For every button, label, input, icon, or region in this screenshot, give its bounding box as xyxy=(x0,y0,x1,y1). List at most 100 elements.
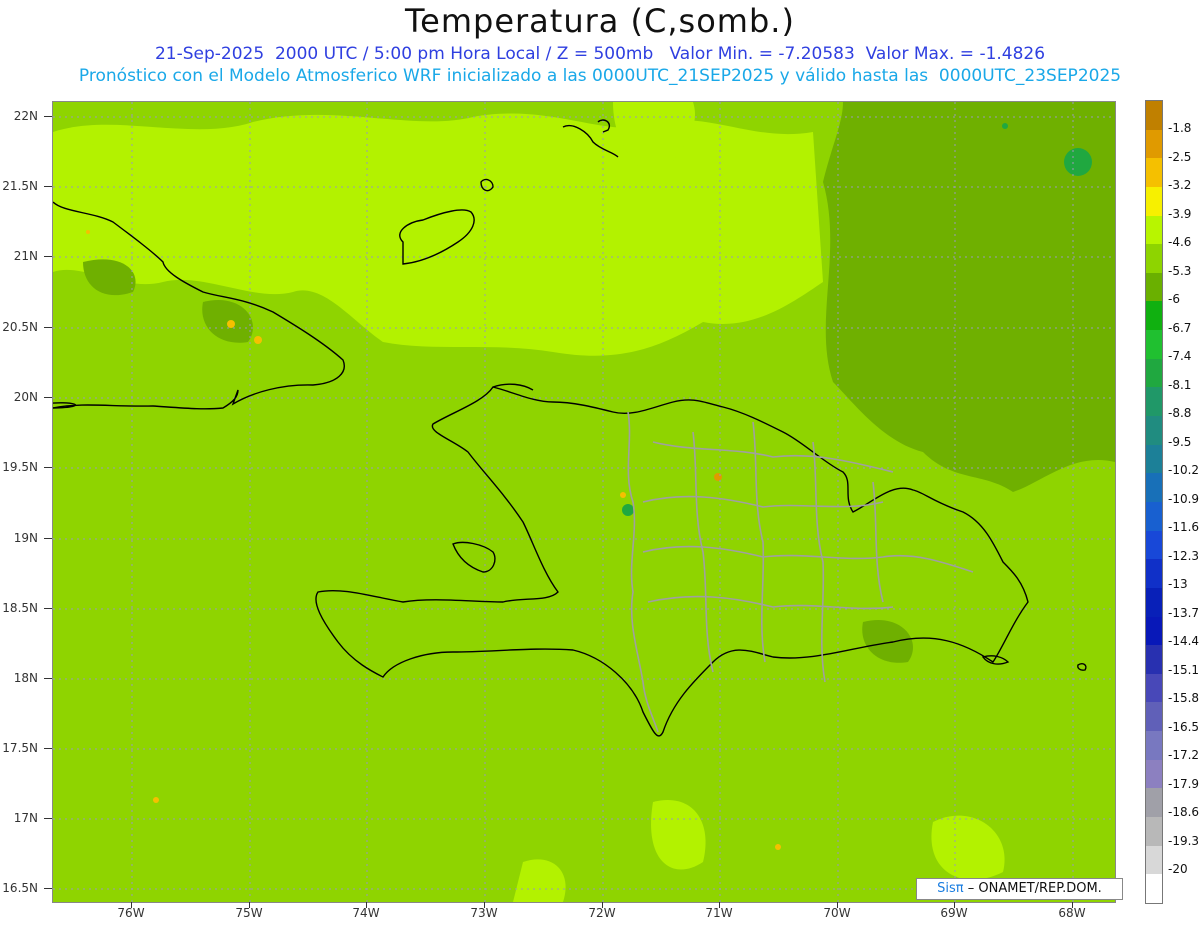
lon-tick xyxy=(249,902,250,908)
colorbar-label: -4.6 xyxy=(1168,235,1192,249)
lat-label: 19N xyxy=(13,531,38,545)
hotspot xyxy=(86,230,90,234)
onamet-credit: – ONAMET/REP.DOM. xyxy=(967,881,1102,896)
lat-tick xyxy=(44,678,52,679)
colorbar-label: -16.5 xyxy=(1168,720,1200,734)
colorbar-cell xyxy=(1146,559,1162,588)
colorbar-cell xyxy=(1146,788,1162,818)
colorbar-cell xyxy=(1146,244,1162,273)
hotspot xyxy=(775,844,781,850)
colorbar-cell xyxy=(1146,501,1162,531)
colorbar-cell xyxy=(1146,587,1162,617)
lon-label: 68W xyxy=(1058,906,1086,920)
hotspot xyxy=(153,797,159,803)
colorbar-cell xyxy=(1146,387,1162,417)
lon-label: 69W xyxy=(940,906,968,920)
colorbar-label: -18.6 xyxy=(1168,805,1200,819)
colorbar-cell xyxy=(1146,416,1162,445)
lon-label: 71W xyxy=(705,906,733,920)
colorbar-label: -2.5 xyxy=(1168,150,1192,164)
colorbar-cell xyxy=(1146,530,1162,560)
lat-label: 20.5N xyxy=(2,320,38,334)
colorbar-label: -6.7 xyxy=(1168,321,1192,335)
colorbar-cell xyxy=(1146,673,1162,703)
cool-spot xyxy=(622,504,634,516)
colorbar-cell xyxy=(1146,186,1162,216)
colorbar-label: -17.9 xyxy=(1168,777,1200,791)
colorbar-label: -10.2 xyxy=(1168,463,1200,477)
hotspot xyxy=(620,492,626,498)
lat-tick xyxy=(44,888,52,889)
lat-tick xyxy=(44,116,52,117)
chart-title: Temperatura (C,somb.) xyxy=(405,2,795,40)
lat-label: 17N xyxy=(13,811,38,825)
lon-tick xyxy=(131,902,132,908)
lat-label: 19.5N xyxy=(2,460,38,474)
lat-tick xyxy=(44,818,52,819)
lon-label: 74W xyxy=(352,906,380,920)
colorbar-cell xyxy=(1146,358,1162,388)
colorbar-cell xyxy=(1146,272,1162,302)
cool-spot xyxy=(1064,148,1092,176)
colorbar-label: -17.2 xyxy=(1168,748,1200,762)
lon-tick xyxy=(719,902,720,908)
lat-label: 22N xyxy=(13,109,38,123)
colorbar-cell xyxy=(1146,101,1162,130)
colorbar-label: -11.6 xyxy=(1168,520,1200,534)
colorbar-cell xyxy=(1146,759,1162,789)
colorbar-label: -3.2 xyxy=(1168,178,1192,192)
colorbar-cell xyxy=(1146,616,1162,646)
lat-label: 21N xyxy=(13,249,38,263)
lat-tick xyxy=(44,748,52,749)
chart-subtitle-time: 21-Sep-2025 2000 UTC / 5:00 pm Hora Loca… xyxy=(154,44,1046,64)
lon-label: 73W xyxy=(470,906,498,920)
colorbar-label: -19.3 xyxy=(1168,834,1200,848)
lat-label: 17.5N xyxy=(2,741,38,755)
lat-tick xyxy=(44,467,52,468)
lat-label: 20N xyxy=(13,390,38,404)
colorbar-label: -5.3 xyxy=(1168,264,1192,278)
cool-spot xyxy=(1002,123,1008,129)
colorbar-label: -1.8 xyxy=(1168,121,1192,135)
hotspot xyxy=(714,473,722,481)
lat-label: 16.5N xyxy=(2,881,38,895)
colorbar-cell xyxy=(1146,330,1162,359)
colorbar-cell xyxy=(1146,645,1162,674)
lon-label: 76W xyxy=(117,906,145,920)
lat-label: 18.5N xyxy=(2,601,38,615)
colorbar-legend xyxy=(1145,100,1163,904)
colorbar-cell xyxy=(1146,874,1162,903)
lon-tick xyxy=(954,902,955,908)
lon-label: 70W xyxy=(823,906,851,920)
colorbar-label: -20 xyxy=(1168,862,1188,876)
colorbar-label: -6 xyxy=(1168,292,1180,306)
colorbar-cell xyxy=(1146,845,1162,875)
colorbar-label: -12.3 xyxy=(1168,549,1200,563)
lat-tick xyxy=(44,397,52,398)
colorbar-label: -13 xyxy=(1168,577,1188,591)
sispi-logo-text: Sisπ xyxy=(937,881,964,896)
lon-label: 72W xyxy=(588,906,616,920)
lat-label: 21.5N xyxy=(2,179,38,193)
lon-tick xyxy=(837,902,838,908)
colorbar-label: -8.1 xyxy=(1168,378,1192,392)
colorbar-cell xyxy=(1146,817,1162,846)
colorbar-label: -9.5 xyxy=(1168,435,1192,449)
lat-tick xyxy=(44,327,52,328)
colorbar-cell xyxy=(1146,129,1162,159)
lat-tick xyxy=(44,186,52,187)
colorbar-cell xyxy=(1146,158,1162,187)
colorbar-cell xyxy=(1146,215,1162,245)
colorbar-cell xyxy=(1146,702,1162,732)
colorbar-label: -7.4 xyxy=(1168,349,1192,363)
colorbar-cell xyxy=(1146,731,1162,760)
temperature-map xyxy=(53,102,1115,902)
hotspot xyxy=(227,320,235,328)
lat-label: 18N xyxy=(13,671,38,685)
credit-box: Sisπ – ONAMET/REP.DOM. xyxy=(916,878,1123,900)
lon-tick xyxy=(1072,902,1073,908)
colorbar-label: -10.9 xyxy=(1168,492,1200,506)
colorbar-label: -15.8 xyxy=(1168,691,1200,705)
map-panel xyxy=(52,101,1116,903)
colorbar-label: -15.1 xyxy=(1168,663,1200,677)
